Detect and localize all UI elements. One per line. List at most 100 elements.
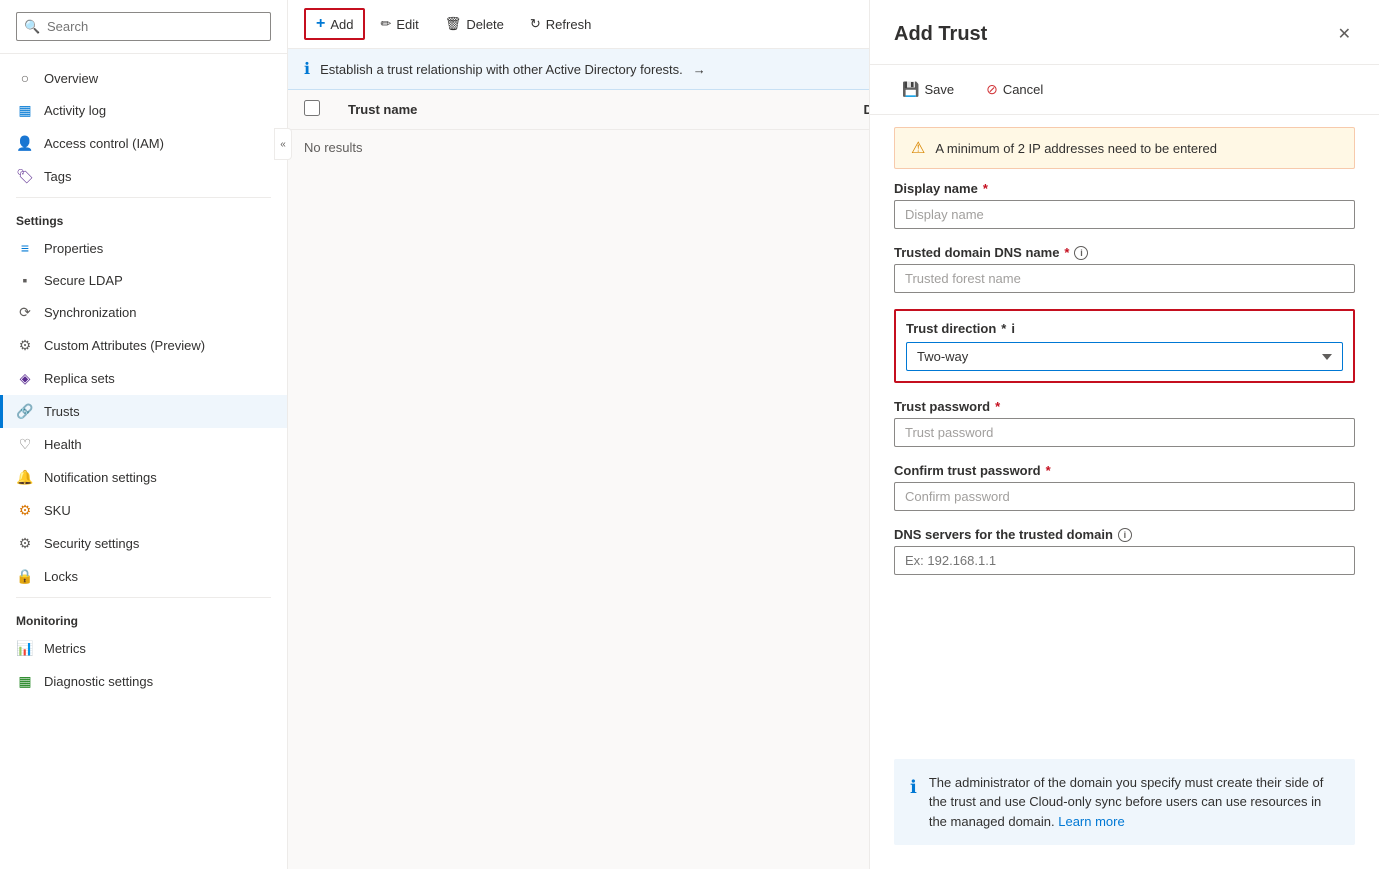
sidebar-item-label: Health: [44, 437, 82, 452]
sidebar-item-label: Trusts: [44, 404, 80, 419]
sidebar-item-notification-settings[interactable]: 🔔 Notification settings: [0, 461, 287, 494]
trusted-dns-group: Trusted domain DNS name * i: [894, 245, 1355, 293]
panel-close-button[interactable]: ✕: [1334, 20, 1355, 48]
sidebar-nav: ○ Overview ▦ Activity log 👤 Access contr…: [0, 54, 287, 869]
sidebar-item-properties[interactable]: ≡ Properties: [0, 232, 287, 264]
tags-icon: 🏷: [16, 168, 34, 185]
search-input[interactable]: [16, 12, 271, 41]
edit-button[interactable]: ✏ Edit: [369, 10, 429, 38]
display-name-input[interactable]: [894, 200, 1355, 229]
sidebar-item-diagnostic-settings[interactable]: ▦ Diagnostic settings: [0, 665, 287, 698]
warning-banner: ⚠ A minimum of 2 IP addresses need to be…: [894, 127, 1355, 169]
dns-servers-label: DNS servers for the trusted domain i: [894, 527, 1355, 542]
diagnostic-icon: ▦: [16, 673, 34, 690]
trust-direction-group: Trust direction * i Two-way One-way: inc…: [894, 309, 1355, 383]
trusts-icon: 🔗: [16, 403, 34, 420]
trusted-dns-label: Trusted domain DNS name * i: [894, 245, 1355, 260]
add-button[interactable]: + Add: [304, 8, 365, 40]
refresh-button[interactable]: ↻ Refresh: [519, 10, 602, 38]
learn-more-link[interactable]: Learn more: [1058, 814, 1124, 829]
display-name-group: Display name *: [894, 181, 1355, 229]
metrics-icon: 📊: [16, 640, 34, 657]
search-area: 🔍: [0, 0, 287, 54]
sidebar-item-trusts[interactable]: 🔗 Trusts: [0, 395, 287, 428]
divider-monitoring: [16, 597, 271, 598]
activity-log-icon: ▦: [16, 102, 34, 119]
sidebar-item-label: Metrics: [44, 641, 86, 656]
access-control-icon: 👤: [16, 135, 34, 152]
save-icon: 💾: [902, 81, 919, 98]
dns-servers-input[interactable]: [894, 546, 1355, 575]
sidebar-item-label: Diagnostic settings: [44, 674, 153, 689]
sidebar-collapse-button[interactable]: «: [274, 128, 292, 160]
add-icon: +: [316, 15, 325, 33]
no-results-text: No results: [304, 140, 363, 155]
cancel-icon: ⊘: [986, 81, 998, 98]
notification-icon: 🔔: [16, 469, 34, 486]
trusted-dns-input[interactable]: [894, 264, 1355, 293]
confirm-password-label: Confirm trust password *: [894, 463, 1355, 478]
warning-text: A minimum of 2 IP addresses need to be e…: [935, 141, 1217, 156]
trusted-dns-info-icon[interactable]: i: [1074, 246, 1088, 260]
info-banner-icon: ℹ: [304, 59, 310, 79]
required-indicator: *: [983, 181, 988, 196]
delete-button[interactable]: 🗑 Delete: [434, 10, 515, 38]
sidebar-item-label: Access control (IAM): [44, 136, 164, 151]
sidebar-item-label: SKU: [44, 503, 71, 518]
security-settings-icon: ⚙: [16, 535, 34, 552]
trust-password-input[interactable]: [894, 418, 1355, 447]
sidebar-item-tags[interactable]: 🏷 Tags: [0, 160, 287, 193]
sidebar-item-health[interactable]: ♡ Health: [0, 428, 287, 461]
secure-ldap-icon: ▪: [16, 272, 34, 288]
required-indicator: *: [995, 399, 1000, 414]
panel-toolbar: 💾 Save ⊘ Cancel: [870, 65, 1379, 115]
edit-icon: ✏: [380, 16, 391, 32]
sidebar-item-metrics[interactable]: 📊 Metrics: [0, 632, 287, 665]
add-trust-panel: Add Trust ✕ 💾 Save ⊘ Cancel ⚠ A minimum …: [869, 0, 1379, 869]
overview-icon: ○: [16, 70, 34, 86]
delete-icon: 🗑: [445, 16, 462, 32]
sidebar-item-label: Notification settings: [44, 470, 157, 485]
sidebar-item-secure-ldap[interactable]: ▪ Secure LDAP: [0, 264, 287, 296]
sidebar-item-overview[interactable]: ○ Overview: [0, 62, 287, 94]
replica-sets-icon: ◈: [16, 370, 34, 387]
sidebar-item-custom-attributes[interactable]: ⚙ Custom Attributes (Preview): [0, 329, 287, 362]
trust-direction-info-icon[interactable]: i: [1011, 321, 1015, 336]
sidebar-item-security-settings[interactable]: ⚙ Security settings: [0, 527, 287, 560]
display-name-label: Display name *: [894, 181, 1355, 196]
sidebar-item-sku[interactable]: ⚙ SKU: [0, 494, 287, 527]
confirm-password-input[interactable]: [894, 482, 1355, 511]
sidebar-item-access-control[interactable]: 👤 Access control (IAM): [0, 127, 287, 160]
panel-save-button[interactable]: 💾 Save: [894, 77, 962, 102]
settings-section-title: Settings: [0, 202, 287, 232]
sidebar-item-label: Properties: [44, 241, 103, 256]
sidebar-item-locks[interactable]: 🔒 Locks: [0, 560, 287, 593]
sidebar-item-label: Overview: [44, 71, 98, 86]
info-box-icon: ℹ: [910, 774, 917, 832]
sidebar-item-label: Custom Attributes (Preview): [44, 338, 205, 353]
panel-title: Add Trust: [894, 23, 987, 46]
sku-icon: ⚙: [16, 502, 34, 519]
info-banner-arrow: →: [693, 62, 706, 77]
panel-cancel-button[interactable]: ⊘ Cancel: [978, 77, 1051, 102]
select-all-checkbox[interactable]: [304, 100, 320, 116]
sidebar: 🔍 ○ Overview ▦ Activity log 👤 Access con…: [0, 0, 288, 869]
col-trust-name: Trust name: [348, 102, 848, 117]
info-box-text: The administrator of the domain you spec…: [929, 773, 1339, 832]
sidebar-item-label: Secure LDAP: [44, 273, 123, 288]
sidebar-item-label: Activity log: [44, 103, 106, 118]
panel-header: Add Trust ✕: [870, 0, 1379, 65]
sidebar-item-synchronization[interactable]: ⟳ Synchronization: [0, 296, 287, 329]
info-banner-text: Establish a trust relationship with othe…: [320, 62, 683, 77]
trust-direction-select[interactable]: Two-way One-way: incoming One-way: outgo…: [906, 342, 1343, 371]
dns-servers-info-icon[interactable]: i: [1118, 528, 1132, 542]
required-indicator: *: [1046, 463, 1051, 478]
panel-form: Display name * Trusted domain DNS name *…: [870, 181, 1379, 759]
sidebar-item-label: Security settings: [44, 536, 139, 551]
custom-attributes-icon: ⚙: [16, 337, 34, 354]
sidebar-item-replica-sets[interactable]: ◈ Replica sets: [0, 362, 287, 395]
sidebar-item-activity-log[interactable]: ▦ Activity log: [0, 94, 287, 127]
properties-icon: ≡: [16, 240, 34, 256]
sidebar-item-label: Locks: [44, 569, 78, 584]
synchronization-icon: ⟳: [16, 304, 34, 321]
